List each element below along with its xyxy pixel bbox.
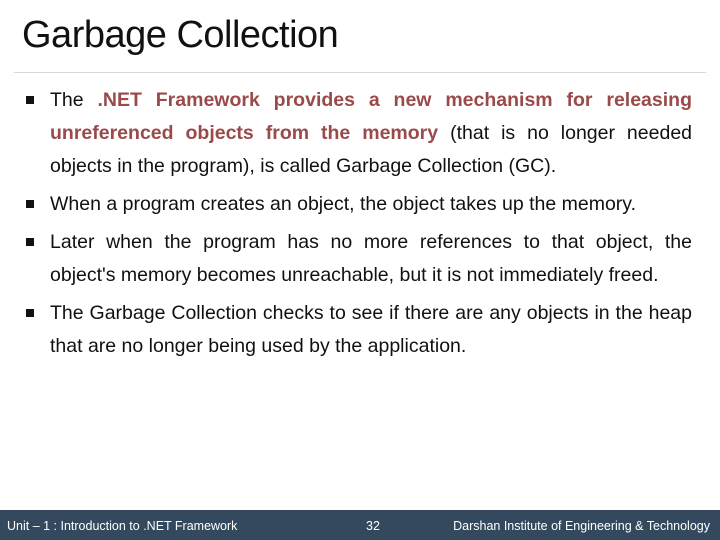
bullet-text-pre: The — [50, 89, 98, 111]
footer-institute: Darshan Institute of Engineering & Techn… — [453, 519, 710, 533]
bullet-text: When a program creates an object, the ob… — [50, 193, 637, 215]
bullet-item: Later when the program has no more refer… — [22, 226, 692, 292]
title-divider — [14, 72, 706, 73]
footer-page-number: 32 — [366, 519, 380, 533]
slide-footer: Unit – 1 : Introduction to .NET Framewor… — [0, 510, 720, 540]
footer-unit: Unit – 1 : Introduction to .NET Framewor… — [7, 519, 238, 533]
square-bullet-icon — [26, 200, 34, 208]
slide-content: The .NET Framework provides a new mechan… — [22, 84, 692, 368]
square-bullet-icon — [26, 309, 34, 317]
bullet-text: Later when the program has no more refer… — [50, 231, 692, 286]
square-bullet-icon — [26, 96, 34, 104]
bullet-item: The .NET Framework provides a new mechan… — [22, 84, 692, 183]
bullet-item: When a program creates an object, the ob… — [22, 188, 692, 221]
bullet-text: The Garbage Collection checks to see if … — [50, 302, 692, 357]
slide-title: Garbage Collection — [22, 14, 339, 56]
bullet-item: The Garbage Collection checks to see if … — [22, 297, 692, 363]
square-bullet-icon — [26, 238, 34, 246]
